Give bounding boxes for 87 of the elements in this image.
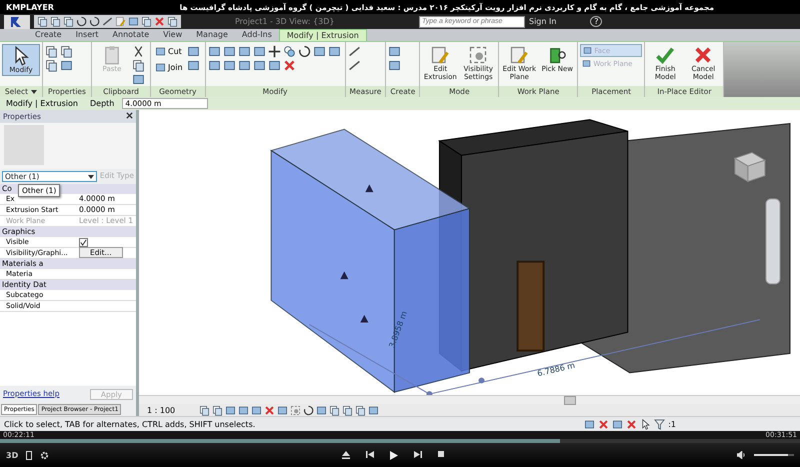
filter-count: :1 [668,420,676,428]
ribbon-tab[interactable]: Insert [68,29,106,41]
3d-button[interactable]: 3D [6,450,18,460]
shape-icon[interactable] [128,16,139,27]
close-icon[interactable] [126,112,133,119]
next-icon[interactable] [414,450,422,458]
window-icon[interactable] [167,16,178,27]
sheet-icon[interactable] [50,16,61,27]
ribbon-tab[interactable]: Modify | Extrusion [278,29,367,41]
shape-icon[interactable] [238,404,249,416]
window-icon[interactable] [45,44,58,58]
seek-bar[interactable] [0,439,800,443]
cross-icon[interactable] [626,418,638,430]
pencil-sheet-icon[interactable] [430,45,450,65]
filter-icon[interactable] [654,418,666,430]
sign-in-link[interactable]: Sign In [529,17,556,26]
window-icon[interactable] [45,58,58,72]
window-icon[interactable] [355,404,366,416]
horizontal-scrollbar[interactable] [139,395,800,404]
cross-icon[interactable] [598,418,610,430]
view-scale[interactable]: 1 : 100 [147,406,197,414]
dimension-text: 6.7886 m [536,360,576,378]
ribbon-tab[interactable]: Add-Ins [234,29,279,41]
ribbon-tab[interactable]: Create [28,29,69,41]
help-button[interactable]: ? [590,16,602,27]
player-logo: KMPLAYER [6,2,54,12]
rotate-icon[interactable] [89,16,100,27]
rotate-icon[interactable] [303,404,314,416]
window-icon[interactable] [342,404,353,416]
ribbon-tool-button[interactable]: Cut [153,44,185,59]
shape-icon[interactable] [277,404,288,416]
revit-logo[interactable] [4,14,30,28]
window-icon[interactable] [199,404,210,416]
previous-icon[interactable] [366,450,374,458]
cross-icon[interactable] [282,58,296,72]
sheet-icon[interactable] [63,16,74,27]
ribbon-tab[interactable]: View [156,29,190,41]
selected-extrusion-block[interactable] [270,128,471,394]
scissors-icon[interactable] [132,44,145,58]
ribbon-tool-button[interactable]: Join [153,60,185,75]
cross-icon[interactable] [693,45,714,65]
circles-icon[interactable] [282,44,296,58]
context-label: Modify | Extrusion [6,99,79,108]
caret-icon[interactable] [88,175,94,179]
ribbon-tab[interactable]: Annotate [106,29,156,41]
sheet-icon[interactable] [37,16,48,27]
copy-icon[interactable] [132,58,145,72]
checkbox[interactable] [79,238,88,247]
sheet-icon[interactable] [60,44,73,58]
volume-icon[interactable] [737,451,746,459]
shape-icon[interactable] [155,46,166,57]
ribbon-tab[interactable]: Manage [189,29,235,41]
navigation-bar[interactable] [765,198,780,284]
window-icon[interactable] [141,16,152,27]
shape-icon[interactable] [225,404,236,416]
check-icon[interactable] [655,45,676,65]
shape-icon[interactable] [186,44,200,58]
eject-icon[interactable] [342,450,350,458]
stop-icon[interactable] [438,450,444,456]
window-title: Project1 - 3D View: {3D} [235,17,336,26]
shape-icon[interactable] [155,62,166,73]
gear-box-icon[interactable] [290,404,301,416]
window-icon[interactable] [329,404,340,416]
rotate-icon[interactable] [76,16,87,27]
rotate-icon[interactable] [298,44,311,58]
view-cube[interactable] [734,152,766,182]
ruler-icon[interactable] [348,58,361,72]
grid-pencil-icon[interactable] [509,45,530,65]
status-message: Click to select, TAB for alternates, CTRL adds, SHIFT unselects. [4,420,256,428]
gear-box-icon[interactable] [468,45,488,65]
settings-icon[interactable] [40,450,50,460]
depth-label: Depth [90,99,114,108]
play-icon[interactable] [390,450,398,460]
scroll-thumb[interactable] [564,396,576,405]
ruler-icon[interactable] [348,44,361,58]
ruler-icon[interactable] [102,16,113,27]
cross-icon[interactable] [264,404,275,416]
shape-icon[interactable] [251,404,262,416]
pencil-sheet-icon[interactable] [115,16,126,27]
arrows-icon[interactable] [268,44,281,58]
phone-icon[interactable] [26,450,32,460]
caret-icon[interactable] [31,90,38,94]
cursor-icon[interactable] [640,418,652,430]
shape-icon[interactable] [612,418,624,430]
shape-icon[interactable] [186,58,200,72]
book-icon[interactable] [547,45,568,65]
sheet-icon[interactable] [212,404,223,416]
